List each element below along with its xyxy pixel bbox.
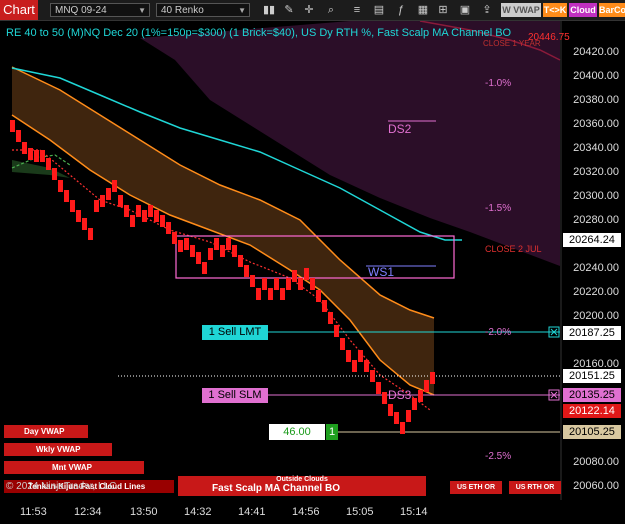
- strategies-icon[interactable]: ▤: [372, 3, 386, 17]
- y-tick: 20080.00: [573, 456, 619, 468]
- templates-icon[interactable]: ≡: [350, 3, 364, 17]
- tan-line-price: 20105.25: [563, 425, 621, 439]
- x-tick: 12:34: [74, 506, 102, 518]
- y-tick: 20380.00: [573, 94, 619, 106]
- chart-tab[interactable]: Chart: [0, 0, 38, 20]
- fast-scalp-button[interactable]: Fast Scalp MA Channel BO: [178, 482, 426, 496]
- y-tick: 20300.00: [573, 190, 619, 202]
- chevron-down-icon: ▼: [138, 6, 146, 15]
- x-tick: 13:50: [130, 506, 158, 518]
- bar-type-label: 40 Renko: [161, 5, 204, 16]
- wkly-vwap-button[interactable]: Wkly VWAP: [4, 443, 112, 456]
- chevron-down-icon: ▼: [238, 6, 246, 15]
- instrument-selector[interactable]: MNQ 09-24 ▼: [50, 3, 150, 17]
- ds2-label: DS2: [388, 122, 412, 136]
- us-rth-or-button[interactable]: US RTH OR: [509, 481, 561, 494]
- y-tick: 20420.00: [573, 46, 619, 58]
- ds3-label: DS3: [388, 388, 412, 402]
- sell-slm-order[interactable]: 1 Sell SLM: [202, 388, 268, 403]
- pct-label: -1.5%: [485, 203, 512, 214]
- y-tick: 20400.00: [573, 70, 619, 82]
- mnt-vwap-button[interactable]: Mnt VWAP: [4, 461, 144, 474]
- y-tick: 20240.00: [573, 262, 619, 274]
- x-tick: 15:14: [400, 506, 428, 518]
- last-price: 20151.25: [563, 369, 621, 383]
- toolbar: Chart MNQ 09-24 ▼ 40 Renko ▼ ▮▮ ✎ ✛ ⌕ ≡ ▤ …: [0, 0, 625, 21]
- day-vwap-button[interactable]: Day VWAP: [4, 425, 88, 438]
- x-tick: 14:41: [238, 506, 266, 518]
- zoom-icon[interactable]: ⌕: [324, 3, 338, 17]
- y-tick: 20060.00: [573, 480, 619, 492]
- x-tick: 14:32: [184, 506, 212, 518]
- barcolor-button[interactable]: BarCo: [599, 3, 625, 17]
- bar-chart-icon[interactable]: ▮▮: [262, 3, 276, 17]
- cyan-line-price: 20264.24: [563, 233, 621, 247]
- close-2-jul-label: CLOSE 2 JUL: [485, 244, 542, 254]
- order-quantity-value[interactable]: 46.00: [269, 424, 325, 440]
- sell-lmt-order[interactable]: 1 Sell LMT: [202, 325, 268, 340]
- x-tick: 14:56: [292, 506, 320, 518]
- copyright-text: © 2024 NinjaTrader, LLC: [6, 481, 117, 492]
- y-tick: 20200.00: [573, 310, 619, 322]
- pct-label: -2.0%: [485, 327, 512, 338]
- w-vwap-button[interactable]: W VWAP: [501, 3, 541, 17]
- indicators-icon[interactable]: ƒ: [394, 3, 408, 17]
- cloud-button[interactable]: Cloud: [569, 3, 597, 17]
- crosshair-icon[interactable]: ✛: [302, 3, 316, 17]
- green-cloud: [12, 160, 70, 178]
- properties-icon[interactable]: ▦: [416, 3, 430, 17]
- sell-lmt-price: 20187.25: [563, 326, 621, 340]
- x-tick: 15:05: [346, 506, 374, 518]
- sell-slm-price: 20135.25: [563, 388, 621, 402]
- red-ma-price: 20122.14: [563, 404, 621, 418]
- chart-title: RE 40 to 50 (M)NQ Dec 20 (1%=150p=$300) …: [6, 27, 512, 39]
- us-eth-or-button[interactable]: US ETH OR: [450, 481, 502, 494]
- upper-cloud: [140, 21, 560, 266]
- instrument-label: MNQ 09-24: [55, 5, 107, 16]
- share-icon[interactable]: ⇪: [480, 3, 494, 17]
- y-tick: 20320.00: [573, 166, 619, 178]
- snapshot-icon[interactable]: ▣: [458, 3, 472, 17]
- pct-label: -1.0%: [485, 78, 512, 89]
- chart-trader-icon[interactable]: ⊞: [436, 3, 450, 17]
- y-tick: 20220.00: [573, 286, 619, 298]
- tk-button[interactable]: T<>K: [543, 3, 567, 17]
- x-tick: 11:53: [20, 506, 47, 518]
- y-tick: 20360.00: [573, 118, 619, 130]
- y-tick: 20340.00: [573, 142, 619, 154]
- close-year-label: CLOSE 1 YEAR: [483, 39, 541, 48]
- pct-label: -2.5%: [485, 451, 512, 462]
- draw-pencil-icon[interactable]: ✎: [282, 3, 296, 17]
- bar-type-selector[interactable]: 40 Renko ▼: [156, 3, 250, 17]
- order-quantity-count[interactable]: 1: [326, 424, 338, 440]
- ws1-label: WS1: [368, 265, 395, 279]
- y-tick: 20280.00: [573, 214, 619, 226]
